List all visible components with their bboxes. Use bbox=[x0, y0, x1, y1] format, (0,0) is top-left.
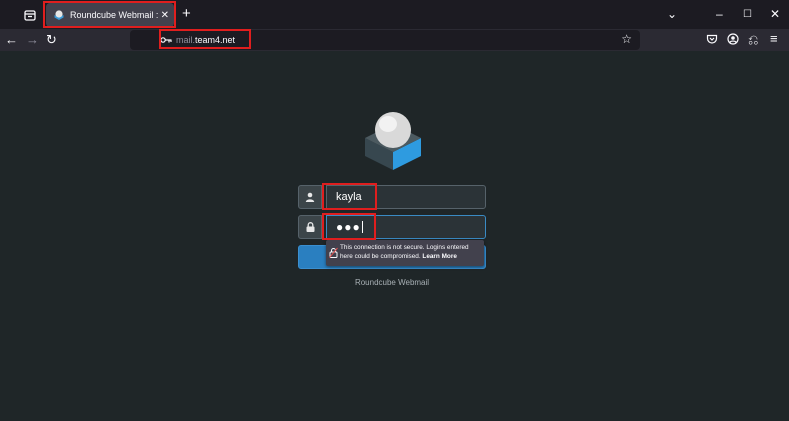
favicon-icon bbox=[54, 10, 64, 20]
navigation-bar: ← → ↻ mail.team4.net ☆ ⎌ ≡ bbox=[0, 29, 789, 51]
password-row: ●●● bbox=[298, 215, 486, 239]
account-icon[interactable] bbox=[727, 33, 739, 49]
insecure-lock-icon bbox=[329, 247, 338, 258]
tab-title: Roundcube Webmail :: Welcome to Roundcub… bbox=[70, 10, 159, 20]
url-bar[interactable]: mail.team4.net ☆ bbox=[130, 30, 640, 50]
tab-bar: Roundcube Webmail :: Welcome to Roundcub… bbox=[0, 0, 789, 29]
back-icon[interactable]: ← bbox=[5, 32, 18, 48]
user-icon bbox=[298, 185, 322, 209]
maximize-icon[interactable]: ☐ bbox=[743, 7, 752, 23]
new-tab-icon[interactable]: + bbox=[182, 6, 191, 22]
menu-icon[interactable]: ≡ bbox=[770, 31, 778, 47]
tab-list-icon[interactable] bbox=[22, 7, 38, 23]
close-tab-icon[interactable]: ✕ bbox=[161, 10, 169, 21]
learn-more-link[interactable]: Learn More bbox=[422, 253, 456, 260]
star-icon[interactable]: ☆ bbox=[621, 32, 632, 46]
roundcube-logo bbox=[365, 112, 421, 170]
pocket-icon[interactable] bbox=[706, 33, 718, 49]
insecure-login-warning: This connection is not secure. Logins en… bbox=[326, 240, 484, 266]
minimize-icon[interactable]: – bbox=[716, 6, 723, 22]
lock-icon bbox=[298, 215, 322, 239]
extensions-icon[interactable]: ⎌ bbox=[748, 32, 758, 48]
footer-label: Roundcube Webmail bbox=[354, 278, 430, 287]
password-input[interactable]: ●●● bbox=[326, 215, 486, 239]
close-window-icon[interactable]: ✕ bbox=[770, 6, 780, 22]
username-input[interactable]: kayla bbox=[326, 185, 486, 209]
active-tab[interactable]: Roundcube Webmail :: Welcome to Roundcub… bbox=[46, 3, 174, 27]
chevron-down-icon[interactable]: ⌄ bbox=[667, 6, 677, 22]
key-icon[interactable] bbox=[160, 36, 172, 44]
username-row: kayla bbox=[298, 185, 486, 209]
url-text[interactable]: mail.team4.net bbox=[176, 35, 235, 45]
reload-icon[interactable]: ↻ bbox=[46, 32, 57, 48]
forward-icon[interactable]: → bbox=[26, 32, 39, 48]
